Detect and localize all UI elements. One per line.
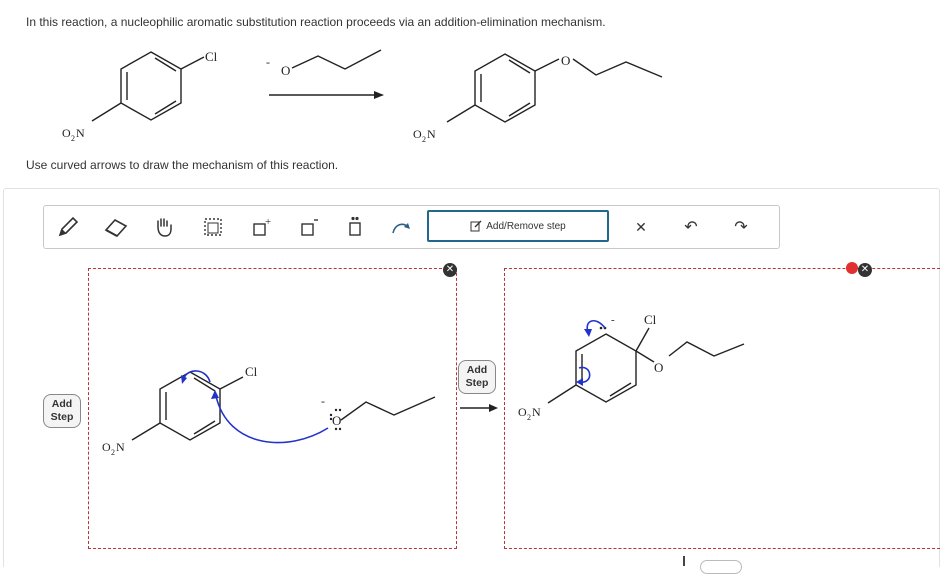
partial-control[interactable] bbox=[700, 560, 742, 574]
nitro-label-sub: 2 bbox=[71, 134, 75, 143]
add-step-button-left[interactable]: Add Step bbox=[43, 394, 81, 428]
chlorine-label: Cl bbox=[205, 49, 218, 64]
pencil-icon[interactable] bbox=[54, 214, 82, 240]
svg-text:Cl: Cl bbox=[644, 312, 657, 327]
svg-text:O: O bbox=[518, 405, 527, 419]
svg-text:N: N bbox=[532, 405, 541, 419]
question-prompt: In this reaction, a nucleophilic aromati… bbox=[26, 15, 606, 29]
svg-text:Cl: Cl bbox=[245, 364, 258, 379]
product-oxygen: O bbox=[561, 53, 570, 68]
add-remove-step-button[interactable]: Add/Remove step bbox=[427, 210, 609, 242]
instruction-text: Use curved arrows to draw the mechanism … bbox=[26, 158, 339, 172]
reagent-oxygen: O bbox=[281, 63, 290, 78]
svg-text:2: 2 bbox=[422, 135, 426, 144]
drawing-toolbar: + ✕ ↶ ↷ bbox=[43, 205, 780, 249]
product-propoxynitrobenzene bbox=[446, 53, 663, 123]
svg-text:N: N bbox=[427, 127, 436, 141]
curved-arrow-icon[interactable] bbox=[387, 214, 415, 240]
propoxide-chain bbox=[291, 49, 382, 70]
svg-text:N: N bbox=[116, 440, 125, 454]
svg-text:2: 2 bbox=[111, 448, 115, 457]
svg-text:O: O bbox=[413, 127, 422, 141]
undo-icon[interactable]: ↶ bbox=[677, 214, 705, 240]
reaction-scheme: Cl O 2 N - O O O 2 N bbox=[62, 49, 663, 144]
svg-text:-: - bbox=[611, 314, 615, 326]
svg-text:+: + bbox=[265, 216, 271, 228]
svg-text:O: O bbox=[102, 440, 111, 454]
partial-divider bbox=[683, 556, 685, 566]
positive-charge-icon[interactable]: + bbox=[247, 214, 275, 240]
nucleophile-oxygen: O bbox=[332, 413, 341, 428]
nitro-label-n: N bbox=[76, 126, 85, 140]
edit-icon bbox=[470, 220, 482, 232]
reagent-charge: - bbox=[266, 55, 270, 69]
svg-text:2: 2 bbox=[527, 413, 531, 422]
redo-icon[interactable]: ↷ bbox=[727, 214, 755, 240]
eraser-icon[interactable] bbox=[102, 214, 130, 240]
curved-arrow-attack bbox=[215, 395, 329, 444]
selection-icon[interactable] bbox=[199, 214, 227, 240]
clear-icon[interactable]: ✕ bbox=[627, 214, 655, 240]
svg-text:O: O bbox=[654, 360, 663, 375]
add-step-button-middle[interactable]: Add Step bbox=[458, 360, 496, 394]
lone-pair-icon[interactable] bbox=[341, 214, 369, 240]
hand-icon[interactable] bbox=[150, 214, 178, 240]
step-arrow bbox=[460, 404, 498, 412]
step-1-drawing: Cl O 2 N - O bbox=[102, 364, 436, 457]
step-2-drawing: Cl O O 2 N - bbox=[518, 312, 745, 422]
svg-text:-: - bbox=[321, 394, 325, 408]
negative-charge-icon[interactable] bbox=[295, 214, 323, 240]
nitro-label-o: O bbox=[62, 126, 71, 140]
reactant-chloronitrobenzene bbox=[91, 51, 205, 122]
